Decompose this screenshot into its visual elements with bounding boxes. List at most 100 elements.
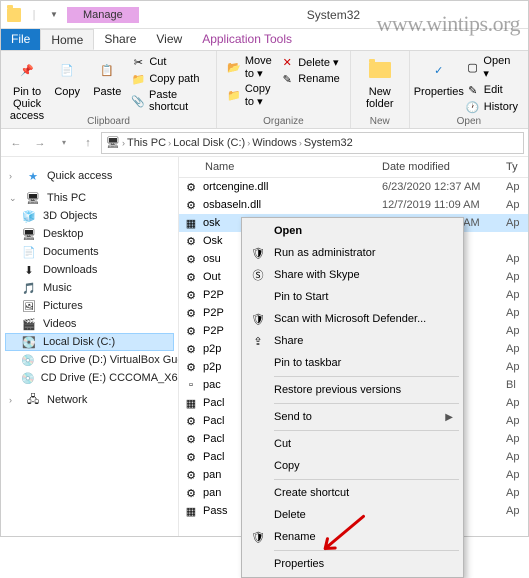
context-menu: Open🛡Run as administratorⓈShare with Sky… <box>241 217 464 578</box>
window-title: System32 <box>139 8 528 22</box>
copy-button[interactable]: 📄 Copy <box>47 54 87 100</box>
new-folder-button[interactable]: New folder <box>357 54 403 112</box>
breadcrumb-part[interactable]: This PC <box>127 137 166 149</box>
sidebar-item-label: 3D Objects <box>43 210 97 222</box>
tab-application-tools[interactable]: Application Tools <box>192 29 302 50</box>
forward-button[interactable]: → <box>29 132 51 154</box>
copyto-button[interactable]: 📁Copy to ▾ <box>223 82 276 109</box>
history-icon: 🕐 <box>466 100 480 114</box>
paste-shortcut-button[interactable]: 📎Paste shortcut <box>127 88 210 114</box>
menu-item-pin-to-taskbar[interactable]: Pin to taskbar <box>244 352 461 374</box>
file-row[interactable]: ⚙osbaseln.dll12/7/2019 11:09 AMAp <box>179 196 528 214</box>
menu-item-scan-with-microsoft-defender-[interactable]: 🛡Scan with Microsoft Defender... <box>244 308 461 330</box>
menu-item-share-with-skype[interactable]: ⓈShare with Skype <box>244 264 461 286</box>
sidebar-item[interactable]: 🖥Desktop <box>5 225 174 243</box>
sidebar-item[interactable]: 📄Documents <box>5 243 174 261</box>
up-button[interactable]: ↑ <box>77 132 99 154</box>
menu-item-label: Pin to Start <box>274 291 328 303</box>
menu-item-copy[interactable]: Copy <box>244 455 461 477</box>
tab-view[interactable]: View <box>146 29 192 50</box>
file-type: Ap <box>506 415 528 427</box>
file-type: Ap <box>506 343 528 355</box>
history-button[interactable]: 🕐History <box>462 99 522 115</box>
menu-item-run-as-administrator[interactable]: 🛡Run as administrator <box>244 242 461 264</box>
moveto-button[interactable]: 📂Move to ▾ <box>223 54 276 81</box>
chevron-icon[interactable]: › <box>299 138 302 148</box>
column-date[interactable]: Date modified <box>382 161 506 173</box>
tab-home[interactable]: Home <box>40 29 94 50</box>
open-button[interactable]: ▢Open ▾ <box>462 54 522 81</box>
shield-icon: 🛡 <box>250 529 266 545</box>
sidebar-item[interactable]: 🎬Videos <box>5 315 174 333</box>
sidebar-item[interactable]: 💿CD Drive (D:) VirtualBox Guest A <box>5 351 174 369</box>
menu-item-label: Cut <box>274 438 291 450</box>
navigation-pane: ›★Quick access ⌄🖥This PC 🧊3D Objects🖥Des… <box>1 157 179 536</box>
item-icon: 🖥 <box>21 227 37 241</box>
tab-share[interactable]: Share <box>94 29 146 50</box>
menu-item-share[interactable]: ⇪Share <box>244 330 461 352</box>
menu-item-delete[interactable]: Delete <box>244 504 461 526</box>
menu-item-label: Properties <box>274 558 324 570</box>
sidebar-item[interactable]: ⬇Downloads <box>5 261 174 279</box>
column-type[interactable]: Ty <box>506 161 528 173</box>
chevron-icon[interactable]: › <box>168 138 171 148</box>
file-icon: ▦ <box>183 504 199 518</box>
file-name: osbaseln.dll <box>203 199 382 211</box>
edit-button[interactable]: ✎Edit <box>462 82 522 98</box>
file-type: Ap <box>506 451 528 463</box>
pin-icon: 📌 <box>13 56 41 84</box>
menu-item-restore-previous-versions[interactable]: Restore previous versions <box>244 379 461 401</box>
sidebar-network[interactable]: ›🖧Network <box>5 391 174 409</box>
breadcrumb-part[interactable]: Local Disk (C:) <box>173 137 245 149</box>
file-type: Ap <box>506 217 528 229</box>
paste-button[interactable]: 📋 Paste <box>87 54 127 100</box>
menu-item-properties[interactable]: Properties <box>244 553 461 575</box>
file-type: Ap <box>506 271 528 283</box>
properties-button[interactable]: ✓ Properties <box>416 54 462 100</box>
menu-item-label: Pin to taskbar <box>274 357 341 369</box>
menu-separator <box>274 376 459 377</box>
menu-item-send-to[interactable]: Send to▶ <box>244 406 461 428</box>
menu-item-pin-to-start[interactable]: Pin to Start <box>244 286 461 308</box>
chevron-icon[interactable]: › <box>247 138 250 148</box>
file-date: 6/23/2020 12:37 AM <box>382 181 506 193</box>
menu-item-cut[interactable]: Cut <box>244 433 461 455</box>
menu-item-label: Scan with Microsoft Defender... <box>274 313 426 325</box>
copy-path-button[interactable]: 📁Copy path <box>127 71 210 87</box>
delete-button[interactable]: ✕Delete ▾ <box>276 54 344 70</box>
file-type: Ap <box>506 361 528 373</box>
file-type: Ap <box>506 433 528 445</box>
qat-dropdown-icon[interactable]: ▼ <box>47 8 61 22</box>
tab-file[interactable]: File <box>1 29 40 50</box>
sidebar-item[interactable]: 🖼Pictures <box>5 297 174 315</box>
rename-button[interactable]: ✎Rename <box>276 71 344 87</box>
recent-button[interactable]: ▾ <box>53 132 75 154</box>
pin-to-quick-access-button[interactable]: 📌 Pin to Quick access <box>7 54 47 124</box>
file-row[interactable]: ⚙ortcengine.dll6/23/2020 12:37 AMAp <box>179 178 528 196</box>
chevron-icon[interactable]: › <box>122 138 125 148</box>
breadcrumb[interactable]: 🖥 › This PC › Local Disk (C:) › Windows … <box>101 132 524 154</box>
sidebar-item-label: Pictures <box>43 300 83 312</box>
copyto-icon: 📁 <box>227 89 241 103</box>
address-bar: ← → ▾ ↑ 🖥 › This PC › Local Disk (C:) › … <box>1 129 528 157</box>
menu-item-rename[interactable]: 🛡Rename <box>244 526 461 548</box>
group-open: ✓ Properties ▢Open ▾ ✎Edit 🕐History Open <box>410 51 528 128</box>
column-name[interactable]: Name <box>179 161 382 173</box>
sidebar-item[interactable]: 🎵Music <box>5 279 174 297</box>
breadcrumb-part[interactable]: Windows <box>252 137 297 149</box>
menu-item-create-shortcut[interactable]: Create shortcut <box>244 482 461 504</box>
sidebar-quick-access[interactable]: ›★Quick access <box>5 167 174 185</box>
sidebar-item[interactable]: 💽Local Disk (C:) <box>5 333 174 351</box>
cut-button[interactable]: ✂Cut <box>127 54 210 70</box>
file-type: Ap <box>506 397 528 409</box>
share-icon: ⇪ <box>250 333 266 349</box>
sidebar-item[interactable]: 💿CD Drive (E:) CCCOMA_X64FRE_ <box>5 369 174 387</box>
breadcrumb-part[interactable]: System32 <box>304 137 353 149</box>
sidebar-item[interactable]: 🧊3D Objects <box>5 207 174 225</box>
file-icon: ▫ <box>183 378 199 392</box>
pasteshortcut-icon: 📎 <box>131 94 145 108</box>
menu-item-open[interactable]: Open <box>244 220 461 242</box>
sidebar-this-pc[interactable]: ⌄🖥This PC <box>5 189 174 207</box>
back-button[interactable]: ← <box>5 132 27 154</box>
file-type: Ap <box>506 307 528 319</box>
